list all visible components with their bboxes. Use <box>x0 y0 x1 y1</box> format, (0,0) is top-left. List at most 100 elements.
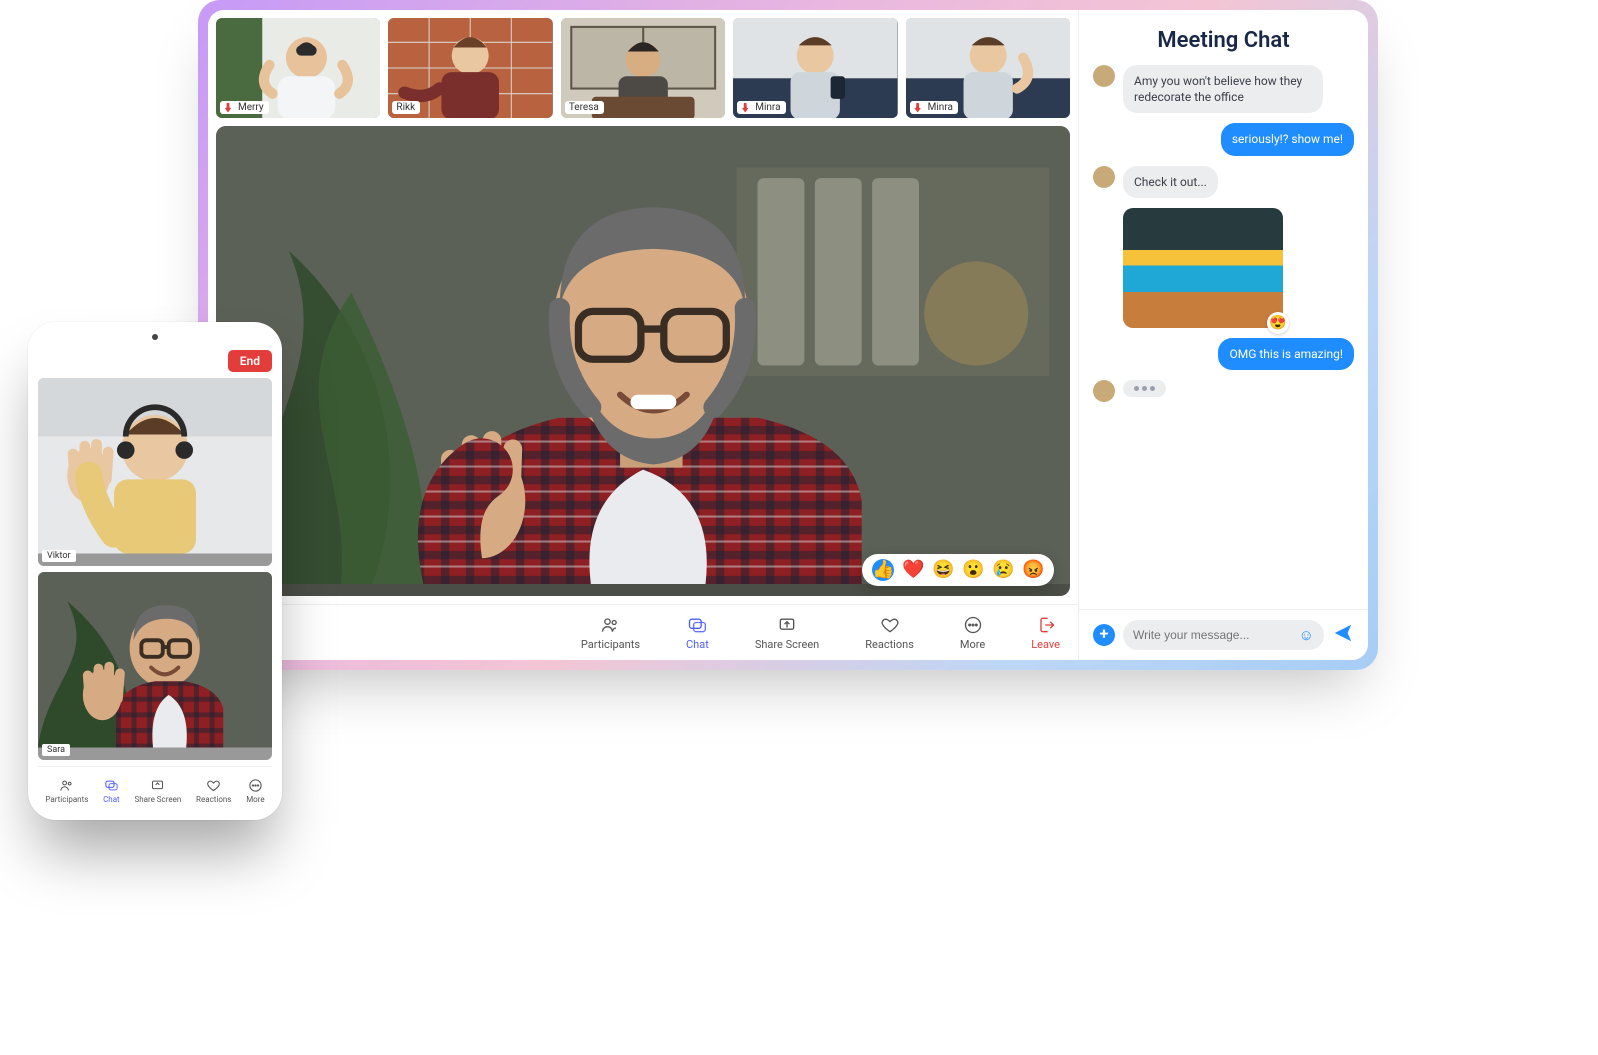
participant-name-tag: Sara <box>42 744 70 756</box>
participant-name-tag: Rikk <box>392 101 420 114</box>
chat-button[interactable]: Chat <box>103 778 120 804</box>
heart-icon <box>879 614 901 636</box>
more-icon <box>962 614 984 636</box>
participant-thumb[interactable]: Teresa <box>561 18 725 118</box>
share-screen-button[interactable]: Share Screen <box>755 614 819 651</box>
avatar <box>1093 380 1115 402</box>
participant-thumb[interactable]: Minra <box>906 18 1070 118</box>
chat-bubble: Amy you won't believe how they redecorat… <box>1123 65 1323 113</box>
participant-name: Viktor <box>47 551 71 561</box>
phone-video-list: Viktor <box>38 378 272 760</box>
chat-typing-indicator <box>1093 380 1354 402</box>
end-call-button[interactable]: End <box>228 350 272 372</box>
chat-send-button[interactable] <box>1332 622 1354 648</box>
reactions-button[interactable]: Reactions <box>865 614 914 651</box>
chat-panel: Meeting Chat Amy you won't believe how t… <box>1078 10 1368 660</box>
participant-name-tag: Teresa <box>565 101 604 114</box>
chat-message: Amy you won't believe how they redecorat… <box>1093 65 1354 113</box>
participant-name: Rikk <box>396 102 415 113</box>
chat-message: seriously!? show me! <box>1093 123 1354 155</box>
share-screen-button[interactable]: Share Screen <box>134 778 181 804</box>
reaction-angry-icon[interactable]: 😡 <box>1022 559 1044 581</box>
toolbar-label: Leave <box>1031 638 1060 651</box>
reactions-button[interactable]: Reactions <box>196 778 231 804</box>
participant-thumb[interactable]: Rikk <box>388 18 552 118</box>
desktop-window: Merry <box>198 0 1378 670</box>
participant-name-tag: Minra <box>910 101 958 114</box>
chat-icon <box>686 614 708 636</box>
participant-name: Sara <box>47 745 65 755</box>
participant-thumb[interactable]: Merry <box>216 18 380 118</box>
share-screen-icon <box>776 614 798 636</box>
end-call-label: End <box>240 354 260 368</box>
leave-icon <box>1035 614 1057 636</box>
toolbar-label: Chat <box>103 795 120 804</box>
chat-bubble: Check it out... <box>1123 166 1218 198</box>
chat-bubble: seriously!? show me! <box>1221 123 1354 155</box>
participants-button[interactable]: Participants <box>45 778 88 804</box>
avatar <box>1093 65 1115 87</box>
avatar <box>1093 166 1115 188</box>
reaction-sad-icon[interactable]: 😢 <box>992 559 1014 581</box>
chat-button[interactable]: Chat <box>686 614 709 651</box>
more-button[interactable]: More <box>246 778 264 804</box>
heart-icon <box>206 778 222 794</box>
participants-icon <box>59 778 75 794</box>
chat-image-attachment[interactable] <box>1123 208 1283 328</box>
chat-title: Meeting Chat <box>1079 10 1368 65</box>
participant-thumb[interactable]: Minra <box>733 18 897 118</box>
video-placeholder <box>38 572 272 748</box>
toolbar-label: More <box>246 795 264 804</box>
reaction-like-icon[interactable]: 👍 <box>872 559 894 581</box>
participant-name: Minra <box>928 102 953 113</box>
toolbar-label: Reactions <box>196 795 231 804</box>
chat-icon <box>103 778 119 794</box>
phone-status-bar <box>38 332 272 346</box>
toolbar-label: Share Screen <box>134 795 181 804</box>
toolbar-label: Chat <box>686 638 709 651</box>
toolbar-label: Share Screen <box>755 638 819 651</box>
participant-name: Minra <box>755 102 780 113</box>
share-screen-icon <box>150 778 166 794</box>
reaction-love-icon[interactable]: ❤️ <box>902 559 924 581</box>
desktop-inner: Merry <box>208 10 1368 660</box>
participants-button[interactable]: Participants <box>581 614 640 651</box>
chat-message: OMG this is amazing! <box>1093 338 1354 370</box>
participant-name-tag: Viktor <box>42 550 76 562</box>
reaction-picker[interactable]: 👍 ❤️ 😆 😮 😢 😡 <box>862 554 1054 586</box>
video-placeholder <box>216 126 1070 596</box>
reaction-wow-icon[interactable]: 😮 <box>962 559 984 581</box>
reaction-haha-icon[interactable]: 😆 <box>932 559 954 581</box>
toolbar-label: Reactions <box>865 638 914 651</box>
phone-participant-video[interactable]: Viktor <box>38 378 272 566</box>
participant-name-tag: Merry <box>220 101 269 114</box>
chat-message: Check it out... <box>1093 166 1354 198</box>
meeting-pane: Merry <box>208 10 1078 660</box>
meeting-toolbar: Start Video Participants Chat <box>208 604 1078 660</box>
more-icon <box>247 778 263 794</box>
phone-window: End <box>28 322 282 820</box>
phone-camera-dot-icon <box>152 334 158 340</box>
video-placeholder <box>38 378 272 554</box>
leave-button[interactable]: Leave <box>1031 614 1060 651</box>
chat-input-field[interactable]: ☺ <box>1123 620 1324 650</box>
chat-bubble: OMG this is amazing! <box>1218 338 1354 370</box>
chat-add-button[interactable]: + <box>1093 624 1115 646</box>
emoji-picker-icon[interactable]: ☺ <box>1299 626 1314 644</box>
chat-message-list[interactable]: Amy you won't believe how they redecorat… <box>1079 65 1368 609</box>
participants-icon <box>599 614 621 636</box>
phone-toolbar: Participants Chat Share Screen Reactions… <box>38 766 272 810</box>
participant-name-tag: Minra <box>737 101 785 114</box>
toolbar-label: More <box>960 638 985 651</box>
chat-input-row: + ☺ <box>1079 609 1368 660</box>
chat-input[interactable] <box>1133 628 1299 642</box>
participant-name: Merry <box>238 102 264 113</box>
phone-participant-video[interactable]: Sara <box>38 572 272 760</box>
participant-name: Teresa <box>569 102 599 113</box>
participant-thumb-row: Merry <box>208 10 1078 118</box>
toolbar-label: Participants <box>45 795 88 804</box>
active-speaker-video[interactable]: 👍 ❤️ 😆 😮 😢 😡 <box>216 126 1070 596</box>
toolbar-label: Participants <box>581 638 640 651</box>
more-button[interactable]: More <box>960 614 985 651</box>
typing-dots-icon <box>1134 386 1155 391</box>
